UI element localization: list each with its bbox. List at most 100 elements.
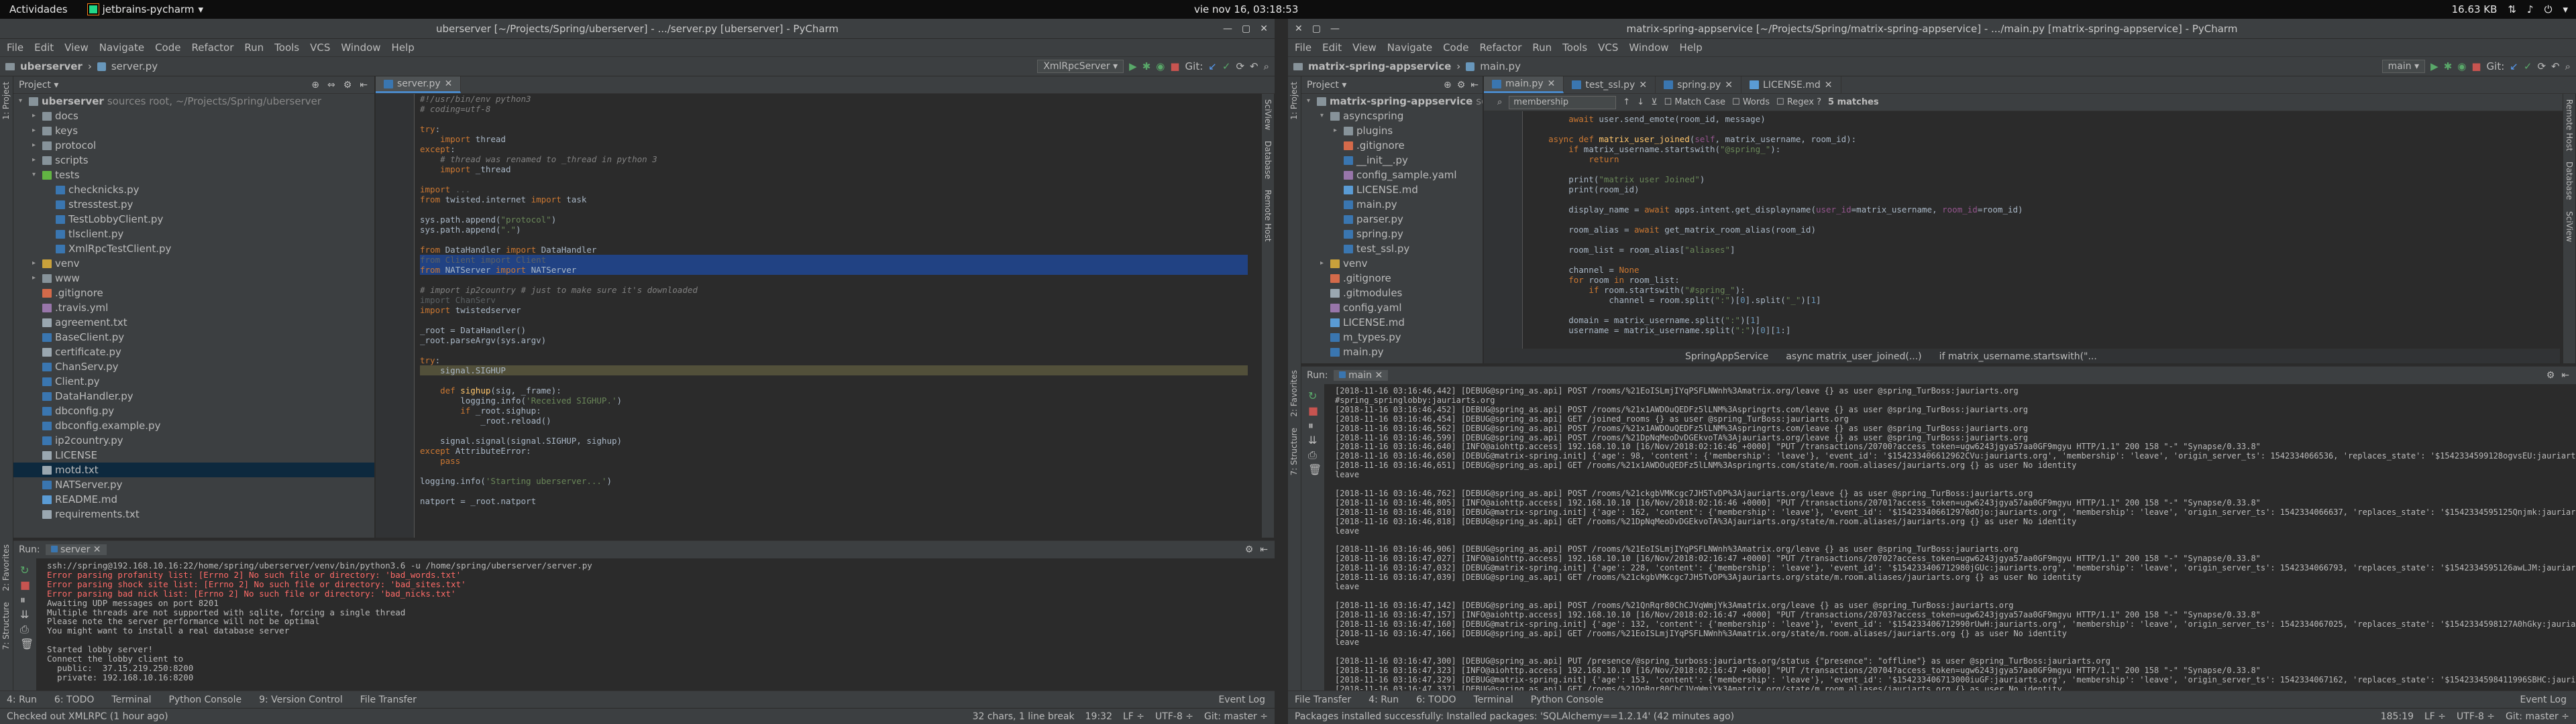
menu-navigate[interactable]: Navigate	[1387, 42, 1432, 54]
pause-icon[interactable]: ⏸	[20, 593, 30, 606]
stop-icon[interactable]: ■	[1308, 404, 1318, 417]
tool-database[interactable]: Database	[2563, 156, 2575, 205]
expand-arrow-icon[interactable]: ▸	[32, 153, 39, 168]
tree-item[interactable]: ip2country.py	[13, 433, 374, 448]
print-icon[interactable]: ⎙	[1308, 448, 1318, 461]
locate-icon[interactable]: ⊕	[1444, 80, 1452, 90]
expand-arrow-icon[interactable]: ▸	[32, 138, 39, 153]
stop-icon[interactable]: ■	[1170, 60, 1179, 72]
git-commit-icon[interactable]: ✓	[1222, 60, 1231, 72]
code-area[interactable]: #!/usr/bin/env python3 # coding=utf-8 try:…	[420, 94, 1248, 506]
tree-item[interactable]: DataHandler.py	[13, 389, 374, 404]
menu-refactor[interactable]: Refactor	[1479, 42, 1521, 54]
gear-icon[interactable]: ⚙	[2546, 370, 2555, 381]
menu-code[interactable]: Code	[1443, 42, 1468, 54]
tool-project[interactable]: 1: Project	[0, 76, 12, 125]
breadcrumb-file[interactable]: main.py	[1480, 60, 1521, 72]
project-view-select[interactable]: Project ▾	[19, 80, 58, 90]
close-button[interactable]: ✕	[1295, 19, 1303, 39]
tool-project[interactable]: 1: Project	[1288, 76, 1300, 125]
hide-icon[interactable]: ⇤	[1260, 544, 1268, 555]
print-icon[interactable]: ⎙	[20, 623, 30, 636]
activities-button[interactable]: Actividades	[9, 3, 68, 15]
tree-item[interactable]: test_ssl.py	[1301, 241, 1483, 256]
menu-run[interactable]: Run	[1532, 42, 1552, 54]
editor-breadcrumb-item[interactable]: async matrix_user_joined(...)	[1786, 351, 1921, 362]
maximize-button[interactable]: ▢	[1242, 19, 1250, 39]
tool-tab-6-todo[interactable]: 6: TODO	[1416, 695, 1456, 705]
revert-icon[interactable]: ↶	[1250, 60, 1258, 72]
tree-item[interactable]: .gitignore	[1301, 138, 1483, 153]
status-item[interactable]: UTF-8 ÷	[2457, 711, 2495, 722]
breadcrumb-project[interactable]: matrix-spring-appservice	[1308, 60, 1451, 72]
tree-item[interactable]: LICENSE	[13, 448, 374, 463]
tool-tab-file-transfer[interactable]: File Transfer	[1295, 695, 1351, 705]
close-icon[interactable]: ✕	[1639, 80, 1647, 90]
tool-tab-4-run[interactable]: 4: Run	[1368, 695, 1399, 705]
scroll-end-icon[interactable]: ⇊	[1308, 434, 1318, 446]
scroll-end-icon[interactable]: ⇊	[20, 608, 30, 621]
rerun-icon[interactable]: ↻	[1308, 389, 1318, 402]
search-icon[interactable]: ⌕	[1264, 60, 1269, 72]
tab-main-py[interactable]: main.py ✕	[1484, 76, 1564, 93]
stop-icon[interactable]: ■	[2471, 60, 2481, 72]
revert-icon[interactable]: ↶	[2551, 60, 2560, 72]
tool-favorites[interactable]: 2: Favorites	[0, 539, 12, 597]
close-icon[interactable]: ✕	[1725, 80, 1733, 90]
gear-icon[interactable]: ⚙	[343, 80, 352, 90]
tree-item[interactable]: ▸ keys	[13, 123, 374, 138]
hide-icon[interactable]: ⇤	[2561, 370, 2569, 381]
tree-item[interactable]: ▸ protocol	[13, 138, 374, 153]
close-button[interactable]: ✕	[1260, 19, 1268, 39]
tree-item[interactable]: config.yaml	[1301, 300, 1483, 315]
search-icon[interactable]: ⌕	[2565, 60, 2571, 72]
tree-item[interactable]: ▾ asyncspring	[1301, 109, 1483, 123]
tool-favorites[interactable]: 2: Favorites	[1288, 365, 1300, 422]
tool-tab-file-transfer[interactable]: File Transfer	[360, 695, 417, 705]
find-input[interactable]: membership	[1509, 95, 1617, 109]
words-checkbox[interactable]: ☐ Words	[1732, 97, 1770, 107]
tree-item[interactable]: certificate.py	[13, 345, 374, 359]
gear-icon[interactable]: ⚙	[1457, 80, 1466, 90]
match-case-checkbox[interactable]: ☐ Match Case	[1664, 97, 1725, 107]
breadcrumb-project[interactable]: uberserver	[20, 60, 83, 72]
tree-item[interactable]: .travis.yml	[13, 300, 374, 315]
event-log-button[interactable]: Event Log	[1218, 695, 1265, 705]
tree-item[interactable]: motd.txt	[13, 463, 374, 477]
tree-item[interactable]: .gitmodules	[1301, 286, 1483, 300]
tool-structure[interactable]: 7: Structure	[1288, 422, 1300, 481]
rerun-icon[interactable]: ↻	[20, 564, 30, 577]
run-console-output[interactable]: ssh://spring@192.168.10.16:22/home/sprin…	[47, 561, 1268, 682]
close-icon[interactable]: ✕	[1548, 78, 1556, 89]
run-tab-main[interactable]: main ✕	[1333, 370, 1389, 381]
tree-item[interactable]: ▸ venv	[1301, 256, 1483, 271]
tool-tab-4-run[interactable]: 4: Run	[7, 695, 37, 705]
code-area[interactable]: await user.send_emote(room_id, message) …	[1528, 114, 2549, 335]
tree-item[interactable]: TestLobbyClient.py	[13, 212, 374, 227]
clock[interactable]: vie nov 16, 03:18:53	[1194, 3, 1298, 15]
menu-tools[interactable]: Tools	[1562, 42, 1587, 54]
tab-spring-py[interactable]: spring.py ✕	[1656, 76, 1742, 93]
expand-arrow-icon[interactable]: ▸	[1334, 123, 1340, 138]
minimize-button[interactable]: —	[1330, 19, 1340, 39]
run-console-output[interactable]: [2018-11-16 03:16:46,442] [DEBUG@spring_…	[1335, 386, 2576, 690]
status-message[interactable]: Packages installed successfully: Install…	[1295, 711, 1734, 722]
debug-icon[interactable]: ✱	[2444, 60, 2453, 72]
menu-code[interactable]: Code	[155, 42, 180, 54]
history-icon[interactable]: ⟳	[2537, 60, 2546, 72]
menu-tools[interactable]: Tools	[274, 42, 299, 54]
status-item[interactable]: Git: master ÷	[2506, 711, 2569, 722]
tree-item[interactable]: tlsclient.py	[13, 227, 374, 241]
expand-arrow-icon[interactable]: ▸	[32, 123, 39, 138]
breadcrumb-file[interactable]: server.py	[111, 60, 158, 72]
status-item[interactable]: Git: master ÷	[1204, 711, 1268, 722]
history-icon[interactable]: ⟳	[1236, 60, 1244, 72]
status-item[interactable]: LF ÷	[2424, 711, 2446, 722]
trash-icon[interactable]: 🗑	[1308, 463, 1322, 476]
status-item[interactable]: 19:32	[1085, 711, 1112, 722]
tree-item[interactable]: ▸ scripts	[13, 153, 374, 168]
close-icon[interactable]: ✕	[1825, 80, 1833, 90]
menu-view[interactable]: View	[1352, 42, 1377, 54]
collapse-icon[interactable]: ⇔	[327, 80, 335, 90]
run-tab-server[interactable]: server ✕	[45, 544, 107, 555]
